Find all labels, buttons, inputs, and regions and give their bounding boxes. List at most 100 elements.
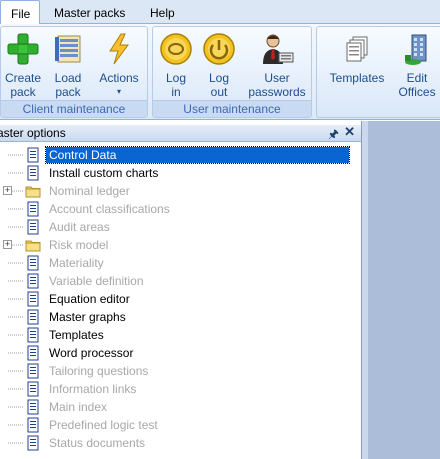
- log-in-label: Log in: [165, 71, 187, 99]
- tree-item[interactable]: Account classifications: [0, 200, 361, 218]
- tree-item[interactable]: Variable definition: [0, 272, 361, 290]
- document-icon: [27, 327, 39, 343]
- document-icon: [27, 381, 39, 397]
- document-icon: [27, 147, 39, 163]
- pack-folder-icon: [55, 35, 81, 63]
- tree-connector: [0, 290, 24, 308]
- tree-item-label: Word processor: [49, 346, 134, 360]
- tree-item[interactable]: Tailoring questions: [0, 362, 361, 380]
- login-power-icon: [160, 33, 192, 65]
- tree-connector: [0, 254, 24, 272]
- tree-connector: [0, 434, 24, 452]
- tree-item[interactable]: Main index: [0, 398, 361, 416]
- tree-item[interactable]: Templates: [0, 326, 361, 344]
- edit-offices-button[interactable]: Edit Offices: [393, 29, 440, 101]
- tree-connector: [0, 146, 24, 164]
- tree-item-label: Templates: [49, 328, 104, 342]
- client-maintenance-label: Client maintenance: [1, 100, 147, 117]
- folder-icon: [25, 240, 41, 252]
- tree-item-label: Risk model: [49, 238, 109, 252]
- log-in-button[interactable]: Log in: [155, 29, 197, 101]
- expand-icon[interactable]: +: [3, 240, 12, 249]
- actions-button[interactable]: Actions ▾: [93, 29, 145, 101]
- panel-title-bar: aster options 🖈︎ ✕: [0, 124, 361, 142]
- menu-help[interactable]: Help: [140, 0, 185, 24]
- document-icon: [27, 399, 39, 415]
- tree-item[interactable]: Audit areas: [0, 218, 361, 236]
- tree-connector: [0, 380, 24, 398]
- templates-label: Templates: [329, 71, 385, 85]
- load-pack-label: Load pack: [54, 71, 82, 99]
- tree-connector: [0, 326, 24, 344]
- tree-connector: [0, 398, 24, 416]
- user-maintenance-label: User maintenance: [153, 100, 311, 117]
- document-icon: [27, 363, 39, 379]
- edit-offices-icon: [405, 34, 427, 65]
- templates-button[interactable]: Templates: [325, 29, 389, 101]
- document-icon: [27, 273, 39, 289]
- tree-item[interactable]: Equation editor: [0, 290, 361, 308]
- templates-offices-group: Templates Edit Offices: [316, 26, 440, 118]
- user-passwords-label: User passwords: [248, 71, 306, 99]
- tree-item-label: Nominal ledger: [49, 184, 130, 198]
- green-plus-icon: [7, 33, 39, 65]
- tree-item-label: Information links: [49, 382, 137, 396]
- log-out-button[interactable]: Log out: [199, 29, 239, 101]
- tree-item-label: Main index: [49, 400, 108, 414]
- tree-connector: [0, 308, 24, 326]
- edit-offices-label: Edit Offices: [398, 71, 436, 99]
- document-icon: [27, 309, 39, 325]
- tree-connector: [0, 362, 24, 380]
- logout-power-icon: [203, 33, 235, 65]
- tree-item-label: Equation editor: [49, 292, 130, 306]
- tree-item-label: Status documents: [49, 436, 146, 450]
- document-icon: [27, 255, 39, 271]
- templates-icon: [346, 36, 368, 62]
- document-icon: [27, 165, 39, 181]
- tree-item-label: Master graphs: [49, 310, 126, 324]
- tree-item[interactable]: Control Data: [0, 146, 361, 164]
- tree-item[interactable]: Information links: [0, 380, 361, 398]
- user-keyboard-icon: [263, 34, 294, 64]
- menu-bar: File Master packs Help: [0, 0, 440, 25]
- tree-item[interactable]: + Risk model: [0, 236, 361, 254]
- expand-icon[interactable]: +: [3, 186, 12, 195]
- tree-item-label: Account classifications: [49, 202, 170, 216]
- load-pack-button[interactable]: Load pack: [47, 29, 89, 101]
- tree-item-label: Materiality: [49, 256, 104, 270]
- create-pack-button[interactable]: Create pack: [3, 29, 43, 101]
- tree-item[interactable]: Install custom charts: [0, 164, 361, 182]
- tree-item-label: Audit areas: [49, 220, 110, 234]
- menu-master-packs[interactable]: Master packs: [44, 0, 135, 24]
- log-out-label: Log out: [208, 71, 230, 99]
- tree-item-label: Control Data: [45, 146, 350, 164]
- user-passwords-button[interactable]: User passwords: [245, 29, 309, 101]
- tree-item[interactable]: Word processor: [0, 344, 361, 362]
- tree-item-label: Install custom charts: [49, 166, 159, 180]
- pin-icon[interactable]: 🖈︎: [328, 125, 339, 146]
- document-icon: [27, 201, 39, 217]
- tree-connector: [0, 272, 24, 290]
- menu-file[interactable]: File: [0, 0, 40, 25]
- lightning-icon: [109, 33, 129, 65]
- close-icon[interactable]: ✕: [344, 124, 355, 140]
- document-icon: [27, 435, 39, 451]
- actions-label: Actions: [99, 71, 139, 85]
- tree-item[interactable]: Status documents: [0, 434, 361, 452]
- tree-connector: [0, 200, 24, 218]
- tree-item[interactable]: Materiality: [0, 254, 361, 272]
- tree-item[interactable]: Master graphs: [0, 308, 361, 326]
- panel-title: aster options: [0, 126, 66, 140]
- document-icon: [27, 291, 39, 307]
- workspace-area: [362, 121, 440, 459]
- tree-item[interactable]: + Nominal ledger: [0, 182, 361, 200]
- tree-connector: [0, 344, 24, 362]
- tree-item-label: Predefined logic test: [49, 418, 158, 432]
- document-icon: [27, 417, 39, 433]
- tree-connector: [0, 416, 24, 434]
- actions-dropdown-icon: ▾: [116, 87, 121, 96]
- tree-connector: [0, 164, 24, 182]
- create-pack-label: Create pack: [4, 71, 42, 99]
- folder-icon: [25, 186, 41, 198]
- tree-item[interactable]: Predefined logic test: [0, 416, 361, 434]
